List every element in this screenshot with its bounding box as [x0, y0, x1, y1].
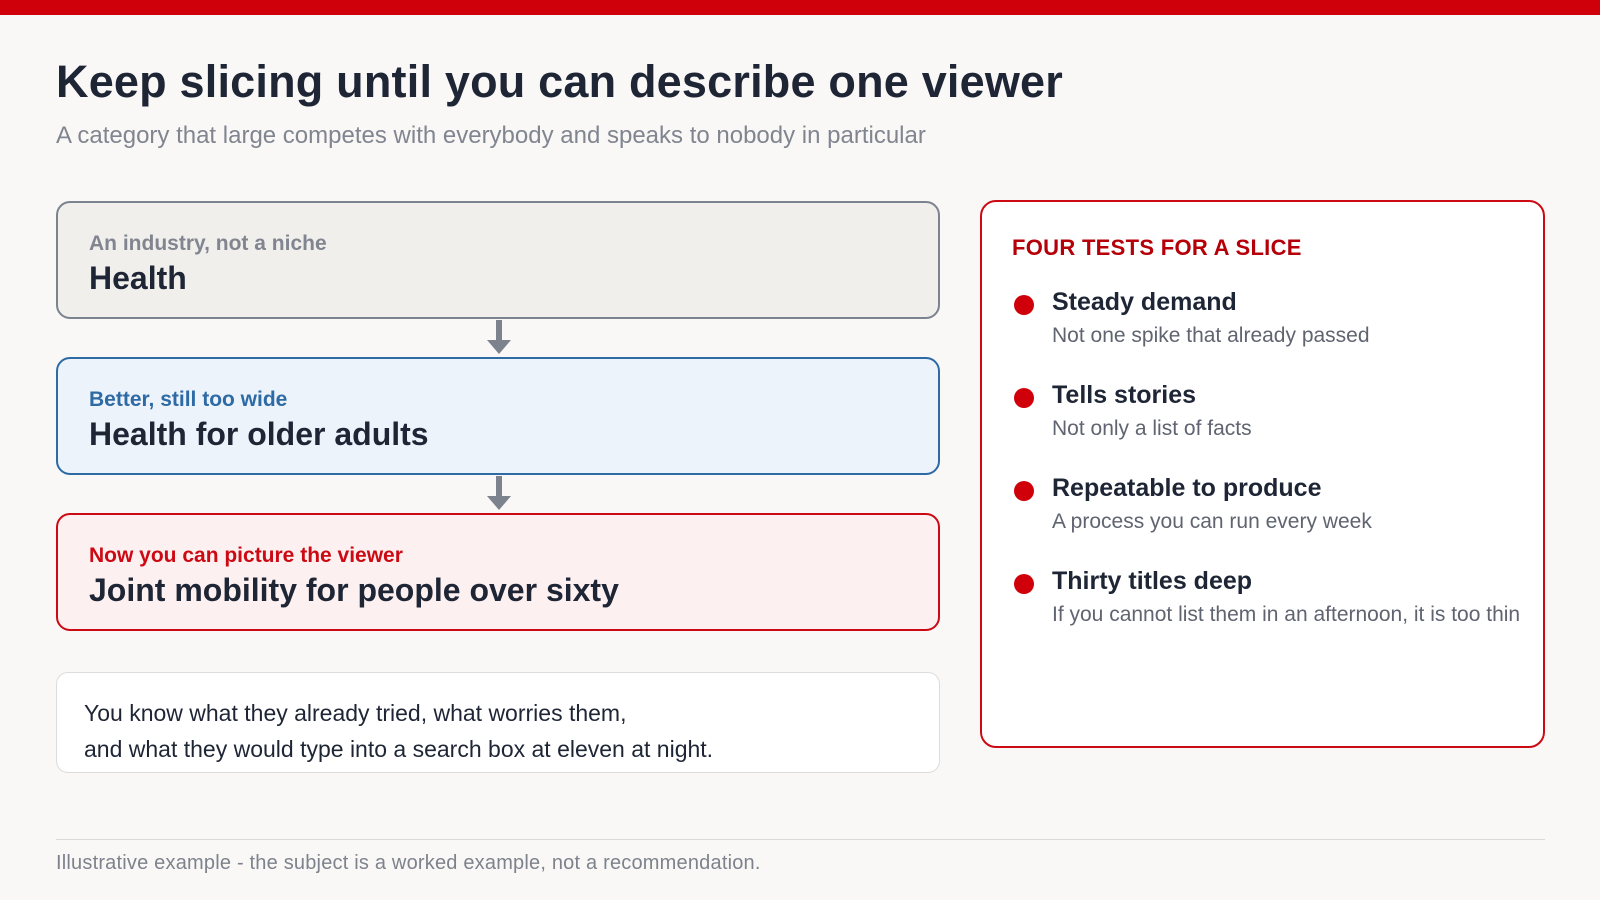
viewer-note-line: You know what they already tried, what w…: [84, 700, 627, 726]
funnel-step-audience: Better, still too wide Health for older …: [56, 357, 940, 475]
test-description: If you cannot list them in an afternoon,…: [1052, 603, 1521, 626]
page-title: Keep slicing until you can describe one …: [56, 56, 1064, 107]
tests-list: Steady demand Not one spike that already…: [1012, 286, 1543, 658]
funnel-step-kicker: An industry, not a niche: [89, 232, 327, 255]
top-accent-bar: [0, 0, 1600, 15]
test-description: A process you can run every week: [1052, 510, 1372, 533]
test-title: Tells stories: [1052, 381, 1197, 409]
funnel-step-label: Joint mobility for people over sixty: [89, 572, 619, 608]
funnel-step-kicker: Now you can picture the viewer: [89, 544, 403, 567]
tests-panel-title: FOUR TESTS FOR A SLICE: [1012, 235, 1302, 260]
test-title: Steady demand: [1052, 288, 1237, 316]
viewer-note-line: and what they would type into a search b…: [84, 736, 714, 762]
down-arrow-icon: [487, 476, 511, 510]
tests-panel: FOUR TESTS FOR A SLICE Steady demand Not…: [980, 200, 1545, 748]
funnel-step-niche: Now you can picture the viewer Joint mob…: [56, 513, 940, 631]
test-item: Tells stories Not only a list of facts: [1012, 379, 1543, 472]
funnel-step-label: Health: [89, 260, 187, 296]
test-title: Repeatable to produce: [1052, 474, 1322, 502]
test-description: Not only a list of facts: [1052, 417, 1252, 440]
page-subtitle: A category that large competes with ever…: [56, 122, 926, 149]
test-item: Steady demand Not one spike that already…: [1012, 286, 1543, 379]
bullet-dot-icon: [1014, 481, 1034, 501]
down-arrow-icon: [487, 320, 511, 354]
bullet-dot-icon: [1014, 388, 1034, 408]
bullet-dot-icon: [1014, 574, 1034, 594]
test-description: Not one spike that already passed: [1052, 324, 1370, 347]
test-item: Repeatable to produce A process you can …: [1012, 472, 1543, 565]
test-title: Thirty titles deep: [1052, 567, 1253, 595]
footer-note: Illustrative example - the subject is a …: [56, 852, 761, 874]
funnel-step-label: Health for older adults: [89, 416, 429, 452]
viewer-note: You know what they already tried, what w…: [56, 672, 940, 773]
funnel-step-kicker: Better, still too wide: [89, 388, 288, 411]
bullet-dot-icon: [1014, 295, 1034, 315]
footer-divider: [56, 839, 1545, 840]
funnel-step-industry: An industry, not a niche Health: [56, 201, 940, 319]
test-item: Thirty titles deep If you cannot list th…: [1012, 565, 1543, 658]
